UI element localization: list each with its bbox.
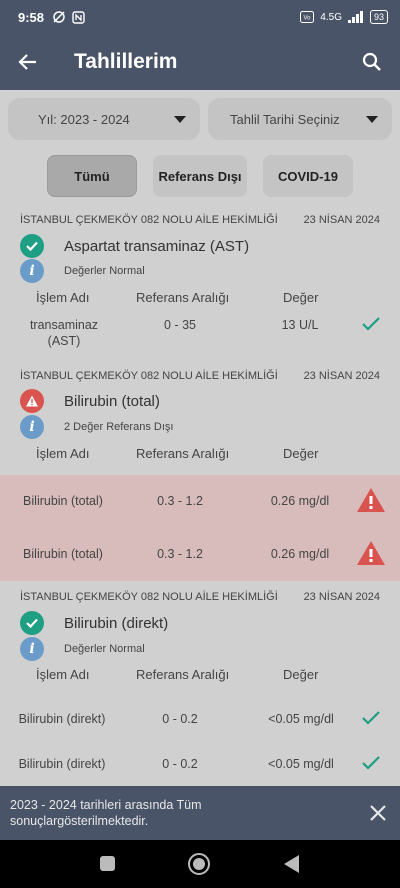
result-date: 23 NİSAN 2024	[303, 214, 380, 226]
check-icon	[362, 756, 380, 770]
home-icon[interactable]	[187, 852, 211, 876]
row-name: Bilirubin (direkt)	[18, 757, 106, 771]
info-icon: i	[20, 259, 44, 283]
data-saver-icon	[53, 11, 65, 23]
tab-covid[interactable]: COVID-19	[263, 155, 353, 197]
column-header-value: Değer	[283, 667, 319, 682]
column-header-name: İşlem Adı	[36, 446, 90, 461]
status-bar: 9:58 Vo 4.5G 93	[0, 0, 400, 34]
status-right: Vo 4.5G 93	[300, 10, 388, 24]
warning-triangle-icon	[357, 488, 385, 512]
result-date: 23 NİSAN 2024	[303, 591, 380, 603]
filter-tabs: Tümü Referans Dışı COVID-19	[0, 155, 400, 197]
arrow-left-icon	[18, 54, 36, 70]
system-nav-bar	[0, 840, 400, 888]
check-circle-icon	[20, 234, 44, 258]
institution-row: İSTANBUL ÇEKMEKÖY 082 NOLU AİLE HEKİMLİĞ…	[20, 214, 380, 226]
svg-text:Vo: Vo	[304, 16, 312, 22]
result-status-row: i Değerler Normal	[20, 259, 145, 283]
nfc-icon	[72, 10, 85, 24]
column-header-value: Değer	[283, 290, 319, 305]
column-header-range: Referans Aralığı	[136, 446, 230, 461]
row-value: 13 U/L	[281, 318, 319, 332]
result-status-row: i Değerler Normal	[20, 637, 145, 661]
row-name: Bilirubin (total)	[23, 494, 103, 508]
snackbar: 2023 - 2024 tarihleri arasında Tüm sonuç…	[0, 786, 400, 840]
tab-all[interactable]: Tümü	[47, 155, 137, 197]
column-header-value: Değer	[283, 446, 319, 461]
row-value: 0.26 mg/dl	[270, 547, 330, 561]
year-dropdown[interactable]: Yıl: 2023 - 2024	[8, 98, 200, 140]
test-row: Bilirubin (total)	[20, 389, 160, 413]
result-date: 23 NİSAN 2024	[303, 370, 380, 382]
volte-icon: Vo	[300, 11, 315, 23]
row-value: <0.05 mg/dl	[268, 757, 334, 771]
dropdown-arrow-icon	[366, 115, 378, 123]
institution-name: İSTANBUL ÇEKMEKÖY 082 NOLU AİLE HEKİMLİĞ…	[20, 591, 278, 603]
out-of-range-band	[0, 475, 400, 581]
institution-row: İSTANBUL ÇEKMEKÖY 082 NOLU AİLE HEKİMLİĞ…	[20, 370, 380, 382]
page-title: Tahlillerim	[74, 50, 178, 73]
column-header-name: İşlem Adı	[36, 290, 90, 305]
test-name: Bilirubin (direkt)	[64, 614, 169, 632]
snackbar-message-line2: sonuçlargösterilmektedir.	[10, 814, 149, 828]
year-dropdown-value: Yıl: 2023 - 2024	[38, 111, 130, 127]
row-range: 0 - 35	[164, 318, 196, 332]
warning-triangle-icon	[357, 541, 385, 565]
warning-circle-icon	[20, 389, 44, 413]
check-icon	[362, 711, 380, 725]
result-status: Değerler Normal	[64, 265, 145, 277]
institution-name: İSTANBUL ÇEKMEKÖY 082 NOLU AİLE HEKİMLİĞ…	[20, 214, 278, 226]
test-row: Bilirubin (direkt)	[20, 611, 168, 635]
row-range: 0.3 - 1.2	[157, 494, 203, 508]
status-icons	[52, 10, 85, 24]
filter-row: Yıl: 2023 - 2024 Tahlil Tarihi Seçiniz	[8, 98, 392, 140]
date-dropdown[interactable]: Tahlil Tarihi Seçiniz	[208, 98, 392, 140]
tab-out-of-reference[interactable]: Referans Dışı	[153, 155, 247, 197]
result-status-row: i 2 Değer Referans Dışı	[20, 415, 173, 439]
row-name: transaminaz	[29, 318, 99, 332]
status-time: 9:58	[18, 9, 45, 25]
close-icon[interactable]	[366, 801, 390, 825]
app-bar: Tahlillerim	[0, 34, 400, 90]
search-icon	[362, 52, 381, 71]
signal-icon	[347, 11, 363, 23]
info-icon: i	[20, 637, 44, 661]
row-range: 0.3 - 1.2	[157, 547, 203, 561]
row-range: 0 - 0.2	[162, 712, 198, 726]
row-name: Bilirubin (total)	[23, 547, 103, 561]
network-type: 4.5G	[320, 11, 342, 23]
row-value: 0.26 mg/dl	[270, 494, 330, 508]
row-name: Bilirubin (direkt)	[18, 712, 106, 726]
snackbar-message-line1: 2023 - 2024 tarihleri arasında Tüm	[10, 798, 202, 812]
dropdown-arrow-icon	[174, 115, 186, 123]
date-dropdown-value: Tahlil Tarihi Seçiniz	[230, 111, 340, 127]
institution-row: İSTANBUL ÇEKMEKÖY 082 NOLU AİLE HEKİMLİĞ…	[20, 591, 380, 603]
check-icon	[362, 317, 380, 331]
back-nav-icon[interactable]	[282, 854, 300, 874]
back-button[interactable]	[0, 34, 56, 90]
row-range: 0 - 0.2	[162, 757, 198, 771]
column-header-range: Referans Aralığı	[136, 667, 230, 682]
info-icon: i	[20, 415, 44, 439]
row-value: <0.05 mg/dl	[268, 712, 334, 726]
column-header-range: Referans Aralığı	[136, 290, 230, 305]
battery-icon: 93	[369, 10, 388, 24]
test-row: Aspartat transaminaz (AST)	[20, 234, 249, 258]
institution-name: İSTANBUL ÇEKMEKÖY 082 NOLU AİLE HEKİMLİĞ…	[20, 370, 278, 382]
test-name: Aspartat transaminaz (AST)	[64, 237, 250, 255]
search-button[interactable]	[344, 34, 400, 90]
check-circle-icon	[20, 611, 44, 635]
recents-icon[interactable]	[99, 855, 116, 872]
result-status: 2 Değer Referans Dışı	[64, 421, 174, 433]
column-header-name: İşlem Adı	[36, 667, 90, 682]
test-name: Bilirubin (total)	[64, 392, 160, 410]
row-name-continued: (AST)	[47, 334, 81, 348]
result-status: Değerler Normal	[64, 643, 145, 655]
